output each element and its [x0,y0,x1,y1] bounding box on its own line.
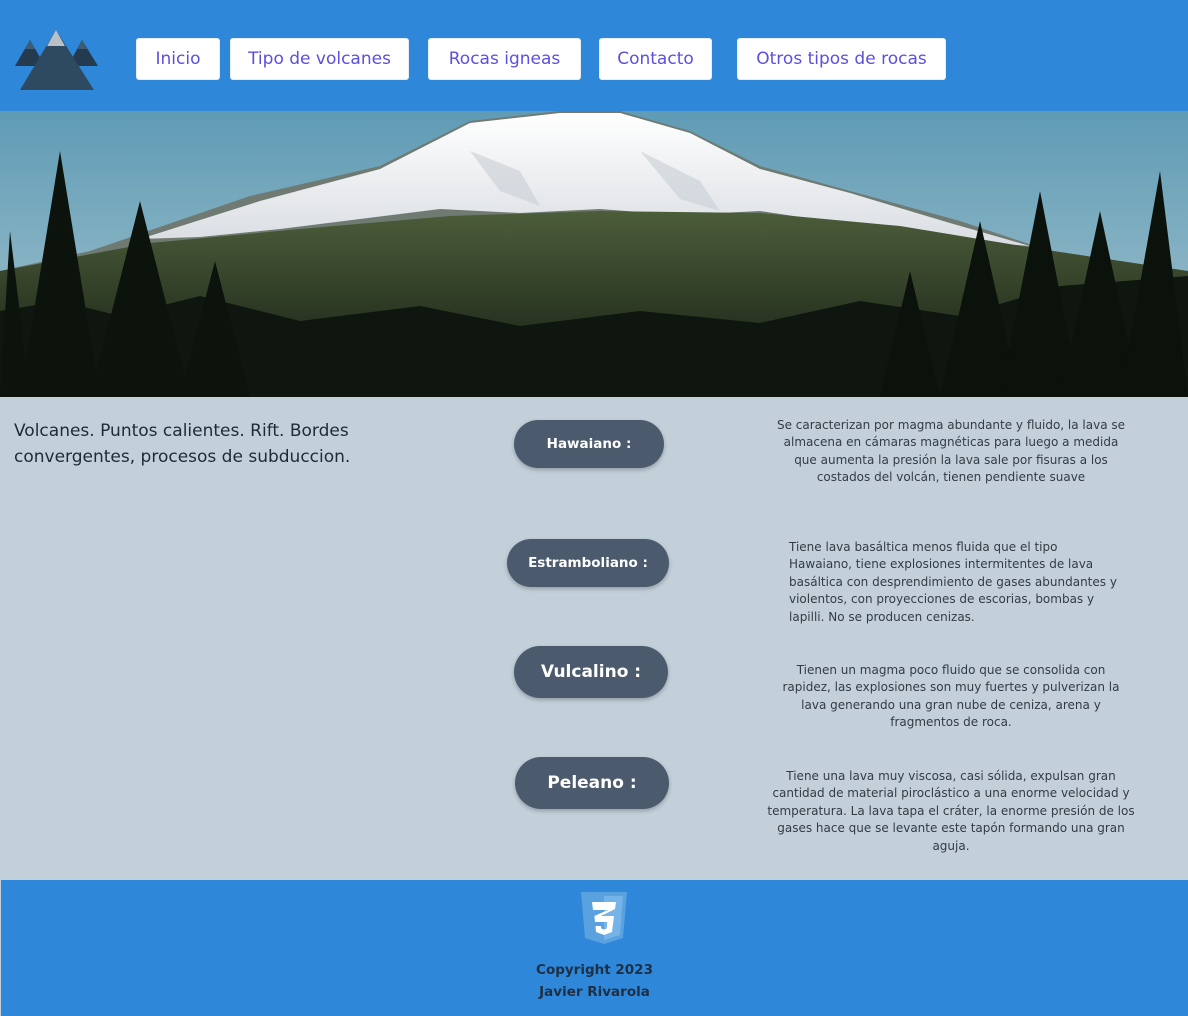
site-footer: Copyright 2023 Javier Rivarola [1,880,1188,1016]
vulcalino-button[interactable]: Vulcalino : [514,646,668,698]
site-header: Inicio Tipo de volcanes Rocas igneas Con… [0,0,1188,111]
vulcalino-description: Tienen un magma poco fluido que se conso… [782,663,1120,730]
hawaiano-description: Se caracterizan por magma abundante y fl… [776,418,1126,485]
mountain-logo-icon[interactable] [14,28,100,92]
peleano-button[interactable]: Peleano : [515,757,669,809]
nav-otros-tipos-de-rocas-button[interactable]: Otros tipos de rocas [737,38,946,80]
nav-contacto-button[interactable]: Contacto [599,38,712,80]
nav-inicio-button[interactable]: Inicio [136,38,220,80]
copyright-text: Copyright 2023 [536,962,653,978]
nav-rocas-igneas-button[interactable]: Rocas igneas [428,38,581,80]
hero-volcano-image [0,111,1188,397]
nav-tipo-de-volcanes-button[interactable]: Tipo de volcanes [230,38,409,80]
intro-text: Volcanes. Puntos calientes. Rift. Bordes… [14,421,351,467]
author-text: Javier Rivarola [539,984,650,1000]
estramboliano-button[interactable]: Estramboliano : [507,539,669,587]
hawaiano-button[interactable]: Hawaiano : [514,420,664,468]
estramboliano-description: Tiene lava basáltica menos fluida que el… [789,540,1117,624]
css3-icon [579,892,629,946]
peleano-description: Tiene una lava muy viscosa, casi sólida,… [767,769,1135,853]
